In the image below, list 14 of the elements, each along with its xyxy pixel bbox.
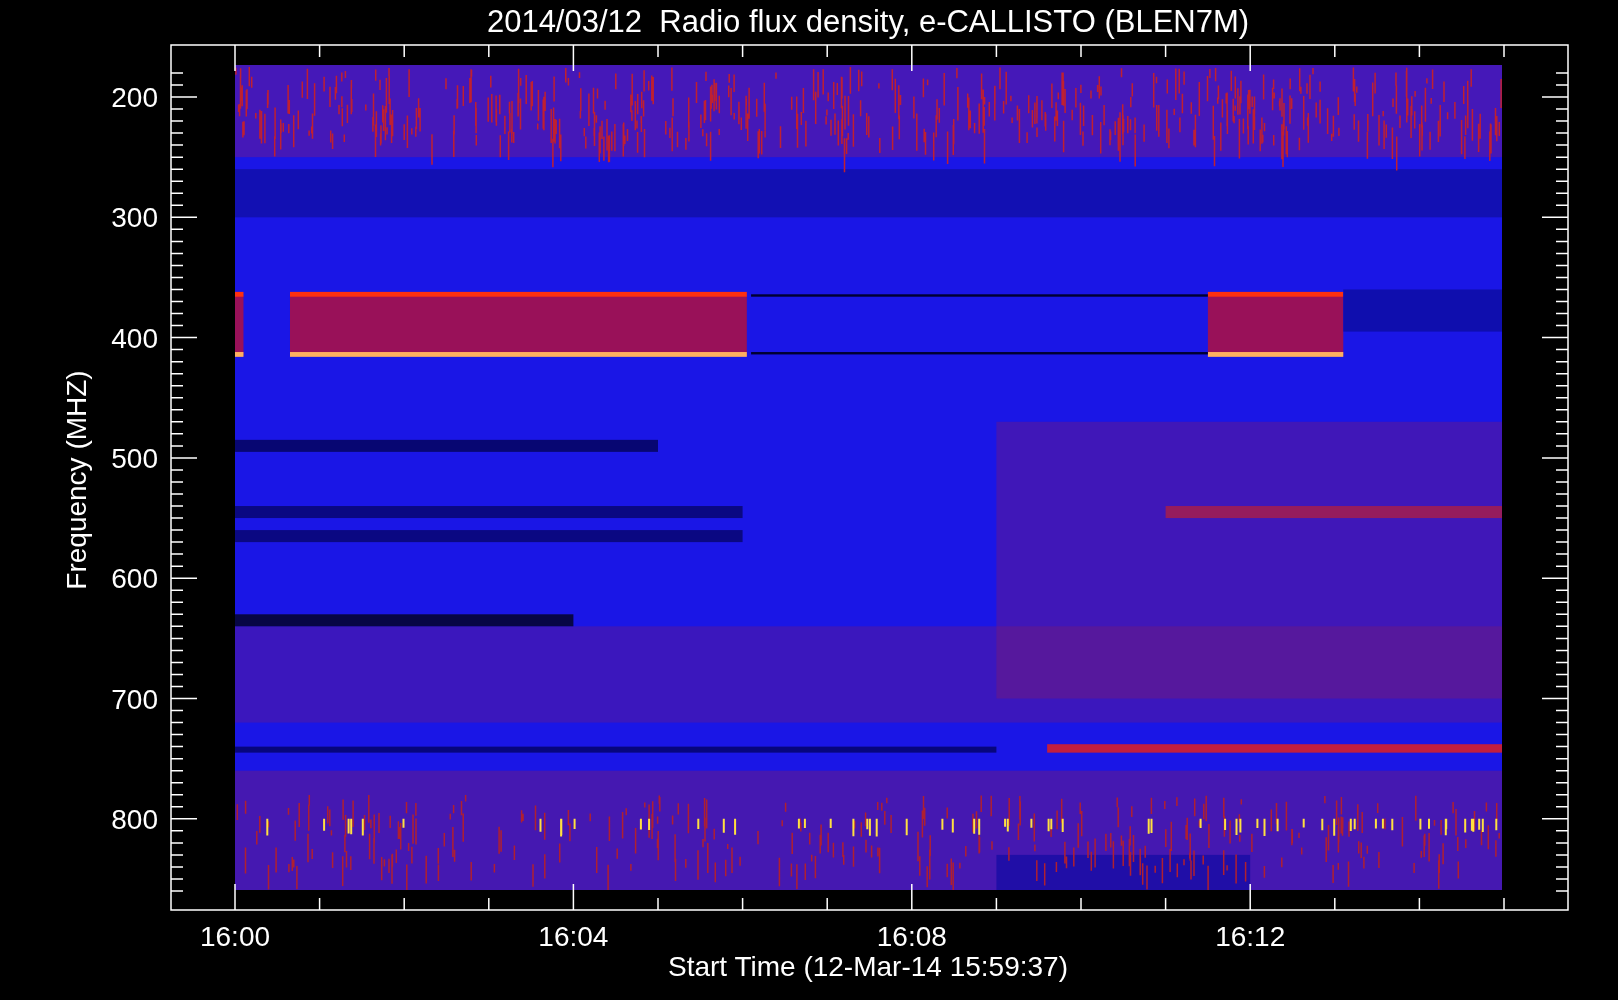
y-tick-label: 200 bbox=[111, 82, 158, 113]
y-axis-label: Frequency (MHZ) bbox=[61, 370, 92, 590]
chart-title: 2014/03/12 Radio flux density, e-CALLISTO (BLEN7M) bbox=[486, 4, 1250, 39]
x-tick-label: 16:08 bbox=[876, 921, 947, 952]
y-tick-label: 300 bbox=[111, 202, 158, 234]
x-tick-label: 16:12 bbox=[1215, 921, 1286, 952]
y-tick-label: 800 bbox=[111, 803, 158, 835]
y-tick-label: 700 bbox=[111, 683, 158, 715]
y-tick-label: 600 bbox=[111, 563, 158, 595]
y-tick-label: 400 bbox=[111, 322, 158, 354]
y-tick-label: 500 bbox=[111, 442, 158, 474]
x-tick-label: 16:04 bbox=[538, 921, 609, 952]
x-axis-label: Start Time (12-Mar-14 15:59:37) bbox=[668, 951, 1068, 982]
x-tick-label: 16:00 bbox=[199, 921, 271, 952]
